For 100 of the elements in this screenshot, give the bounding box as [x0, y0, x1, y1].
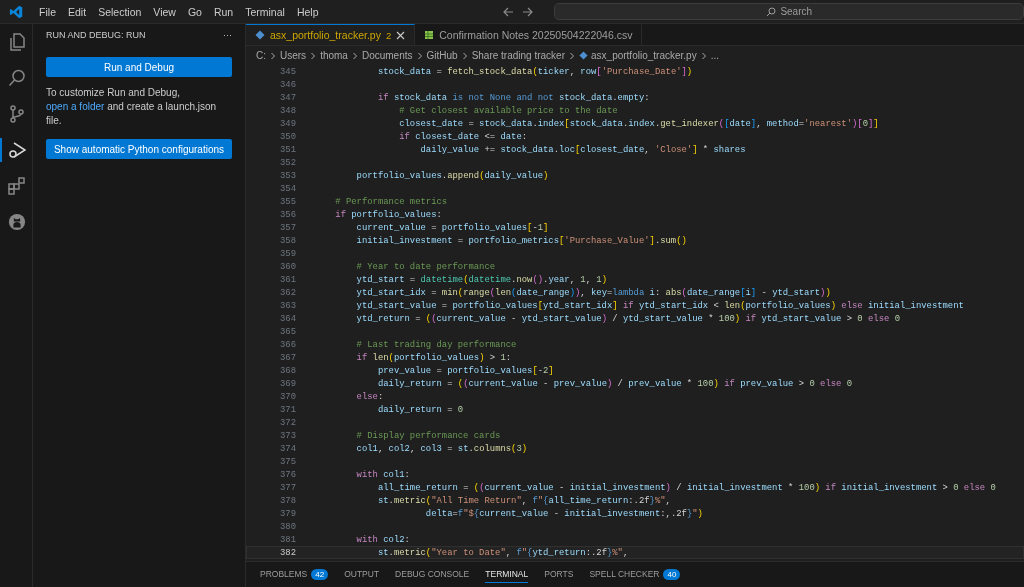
- menu-item[interactable]: Terminal: [239, 3, 291, 20]
- code-line: ytd_start_value = portfolio_values[ytd_start_idx] if ytd_start_idx < len(portfolio_values) else initial_investment: [355, 300, 964, 311]
- code-line: # Year to date performance: [355, 261, 496, 272]
- chevron-right-icon: [309, 51, 318, 60]
- line-number: 380: [279, 521, 297, 532]
- line-number: 379: [279, 508, 297, 519]
- menu-item[interactable]: Selection: [92, 3, 148, 20]
- panel-tab[interactable]: SPELL CHECKER 40: [589, 565, 681, 584]
- back-arrow-icon[interactable]: [502, 5, 515, 18]
- menu-item[interactable]: View: [147, 3, 182, 20]
- spreadsheet-file-icon: [424, 30, 435, 40]
- breadcrumb-item[interactable]: asx_portfolio_tracker.py: [591, 50, 697, 61]
- code-line: prev_value = portfolio_values[-2]: [376, 365, 554, 376]
- editor-tab[interactable]: asx_portfolio_tracker.py 2: [246, 24, 416, 45]
- breadcrumb-item[interactable]: Users: [280, 50, 307, 61]
- python-file-icon: [255, 30, 265, 40]
- line-number: 350: [279, 131, 297, 142]
- files-icon[interactable]: [7, 32, 27, 52]
- panel-tab[interactable]: DEBUG CONSOLE: [395, 566, 470, 583]
- code-line: closest_date = stock_data.index[stock_data.index.get_indexer([date], method='nearest')[0]]: [398, 118, 879, 129]
- menu-item[interactable]: Run: [207, 3, 240, 20]
- forward-arrow-icon[interactable]: [522, 5, 535, 18]
- code-line: stock_data = fetch_stock_data(ticker, row['Purchase_Date']): [376, 66, 693, 77]
- line-number: 367: [279, 352, 297, 363]
- chevron-right-icon: [699, 51, 708, 60]
- menu-item[interactable]: File: [33, 3, 63, 20]
- line-number: 365: [279, 326, 297, 337]
- line-number: 357: [279, 222, 297, 233]
- chevron-right-icon: [350, 51, 359, 60]
- line-number: 368: [279, 365, 297, 376]
- code-line: ytd_start = datetime(datetime.now().year, 1, 1): [355, 274, 607, 285]
- open-folder-link[interactable]: open a folder: [46, 101, 105, 112]
- line-number: 346: [279, 79, 297, 90]
- code-line: # Performance metrics: [334, 196, 448, 207]
- run-debug-icon[interactable]: [7, 140, 27, 160]
- line-number: 345: [279, 66, 297, 77]
- line-number: 364: [279, 313, 297, 324]
- line-number: 361: [279, 274, 297, 285]
- python-configurations-button[interactable]: Show automatic Python configurations: [46, 139, 232, 159]
- line-number: 351: [279, 144, 297, 155]
- extensions-icon[interactable]: [7, 176, 27, 196]
- line-number: 375: [279, 456, 297, 467]
- menu-item[interactable]: Go: [181, 3, 208, 20]
- breadcrumb-item[interactable]: GitHub: [426, 50, 458, 61]
- panel-tab[interactable]: PROBLEMS 42: [260, 565, 329, 584]
- line-number: 349: [279, 118, 297, 129]
- line-number: 354: [279, 183, 297, 194]
- panel-tab[interactable]: PORTS: [544, 566, 574, 583]
- code-line: # Get closest available price to the date: [398, 105, 618, 116]
- editor-tab[interactable]: Confirmation Notes 20250504222046.csv: [415, 24, 643, 45]
- more-actions-icon[interactable]: ···: [223, 30, 232, 40]
- code-line: ytd_return = ((current_value - ytd_start_value) / ytd_start_value * 100) if ytd_start_value > 0 else 0: [355, 313, 900, 324]
- run-and-debug-button[interactable]: Run and Debug: [46, 57, 232, 77]
- line-number: 378: [279, 495, 297, 506]
- breadcrumb-item[interactable]: Share trading tracker: [471, 50, 565, 61]
- code-line: with col2:: [355, 534, 410, 545]
- code-line: # Last trading day performance: [355, 339, 517, 350]
- line-number: 382: [279, 547, 297, 558]
- line-number: 347: [279, 92, 297, 103]
- source-control-icon[interactable]: [7, 104, 27, 124]
- code-line: delta=f"${current_value - initial_investment:,.2f}"): [424, 508, 703, 519]
- line-number: 352: [279, 157, 297, 168]
- breadcrumb-item[interactable]: thoma: [320, 50, 348, 61]
- code-line: else:: [355, 391, 384, 402]
- code-line: all_time_return = ((current_value - initial_investment) / initial_investment * 100) if initial_investment > 0 else 0: [376, 482, 996, 493]
- breadcrumb-item[interactable]: ...: [710, 50, 719, 61]
- code-line: if closest_date <= date:: [398, 131, 528, 142]
- line-number: 363: [279, 300, 297, 311]
- app-logo-icon: [9, 3, 24, 20]
- chevron-right-icon: [568, 51, 576, 60]
- menu-item[interactable]: Help: [290, 3, 325, 20]
- line-number: 360: [279, 261, 297, 272]
- panel-tab[interactable]: OUTPUT: [344, 566, 380, 583]
- line-number: 358: [279, 235, 297, 246]
- code-line: if len(portfolio_values) > 1:: [355, 352, 512, 363]
- python-file-icon: [579, 51, 588, 60]
- code-line: if portfolio_values:: [334, 209, 442, 220]
- line-number: 356: [279, 209, 297, 220]
- code-line: st.metric("Year to Date", f"{ytd_return:.2f}%",: [376, 547, 629, 558]
- menu-item[interactable]: Edit: [62, 3, 93, 20]
- panel-tab[interactable]: TERMINAL: [485, 566, 529, 583]
- code-line: daily_return = 0: [376, 404, 464, 415]
- code-line: # Display performance cards: [355, 430, 501, 441]
- search-field[interactable]: Search: [554, 3, 1024, 20]
- breadcrumb-item[interactable]: C:: [256, 50, 266, 61]
- line-number: 359: [279, 248, 297, 259]
- line-number: 369: [279, 378, 297, 389]
- line-number: 372: [279, 417, 297, 428]
- code-line: col1, col2, col3 = st.columns(3): [355, 443, 528, 454]
- breadcrumb-item[interactable]: Documents: [361, 50, 413, 61]
- sidebar-title: RUN AND DEBUG: RUN: [46, 30, 146, 40]
- line-number: 348: [279, 105, 297, 116]
- search-icon[interactable]: [7, 68, 27, 88]
- github-icon[interactable]: [8, 213, 26, 231]
- code-line: current_value = portfolio_values[-1]: [355, 222, 549, 233]
- search-icon: [766, 6, 777, 17]
- line-number: 374: [279, 443, 297, 454]
- line-number: 366: [279, 339, 297, 350]
- close-icon[interactable]: [396, 30, 406, 40]
- sidebar-description: To customize Run and Debug, open a folder and create a launch.json file.: [46, 86, 218, 128]
